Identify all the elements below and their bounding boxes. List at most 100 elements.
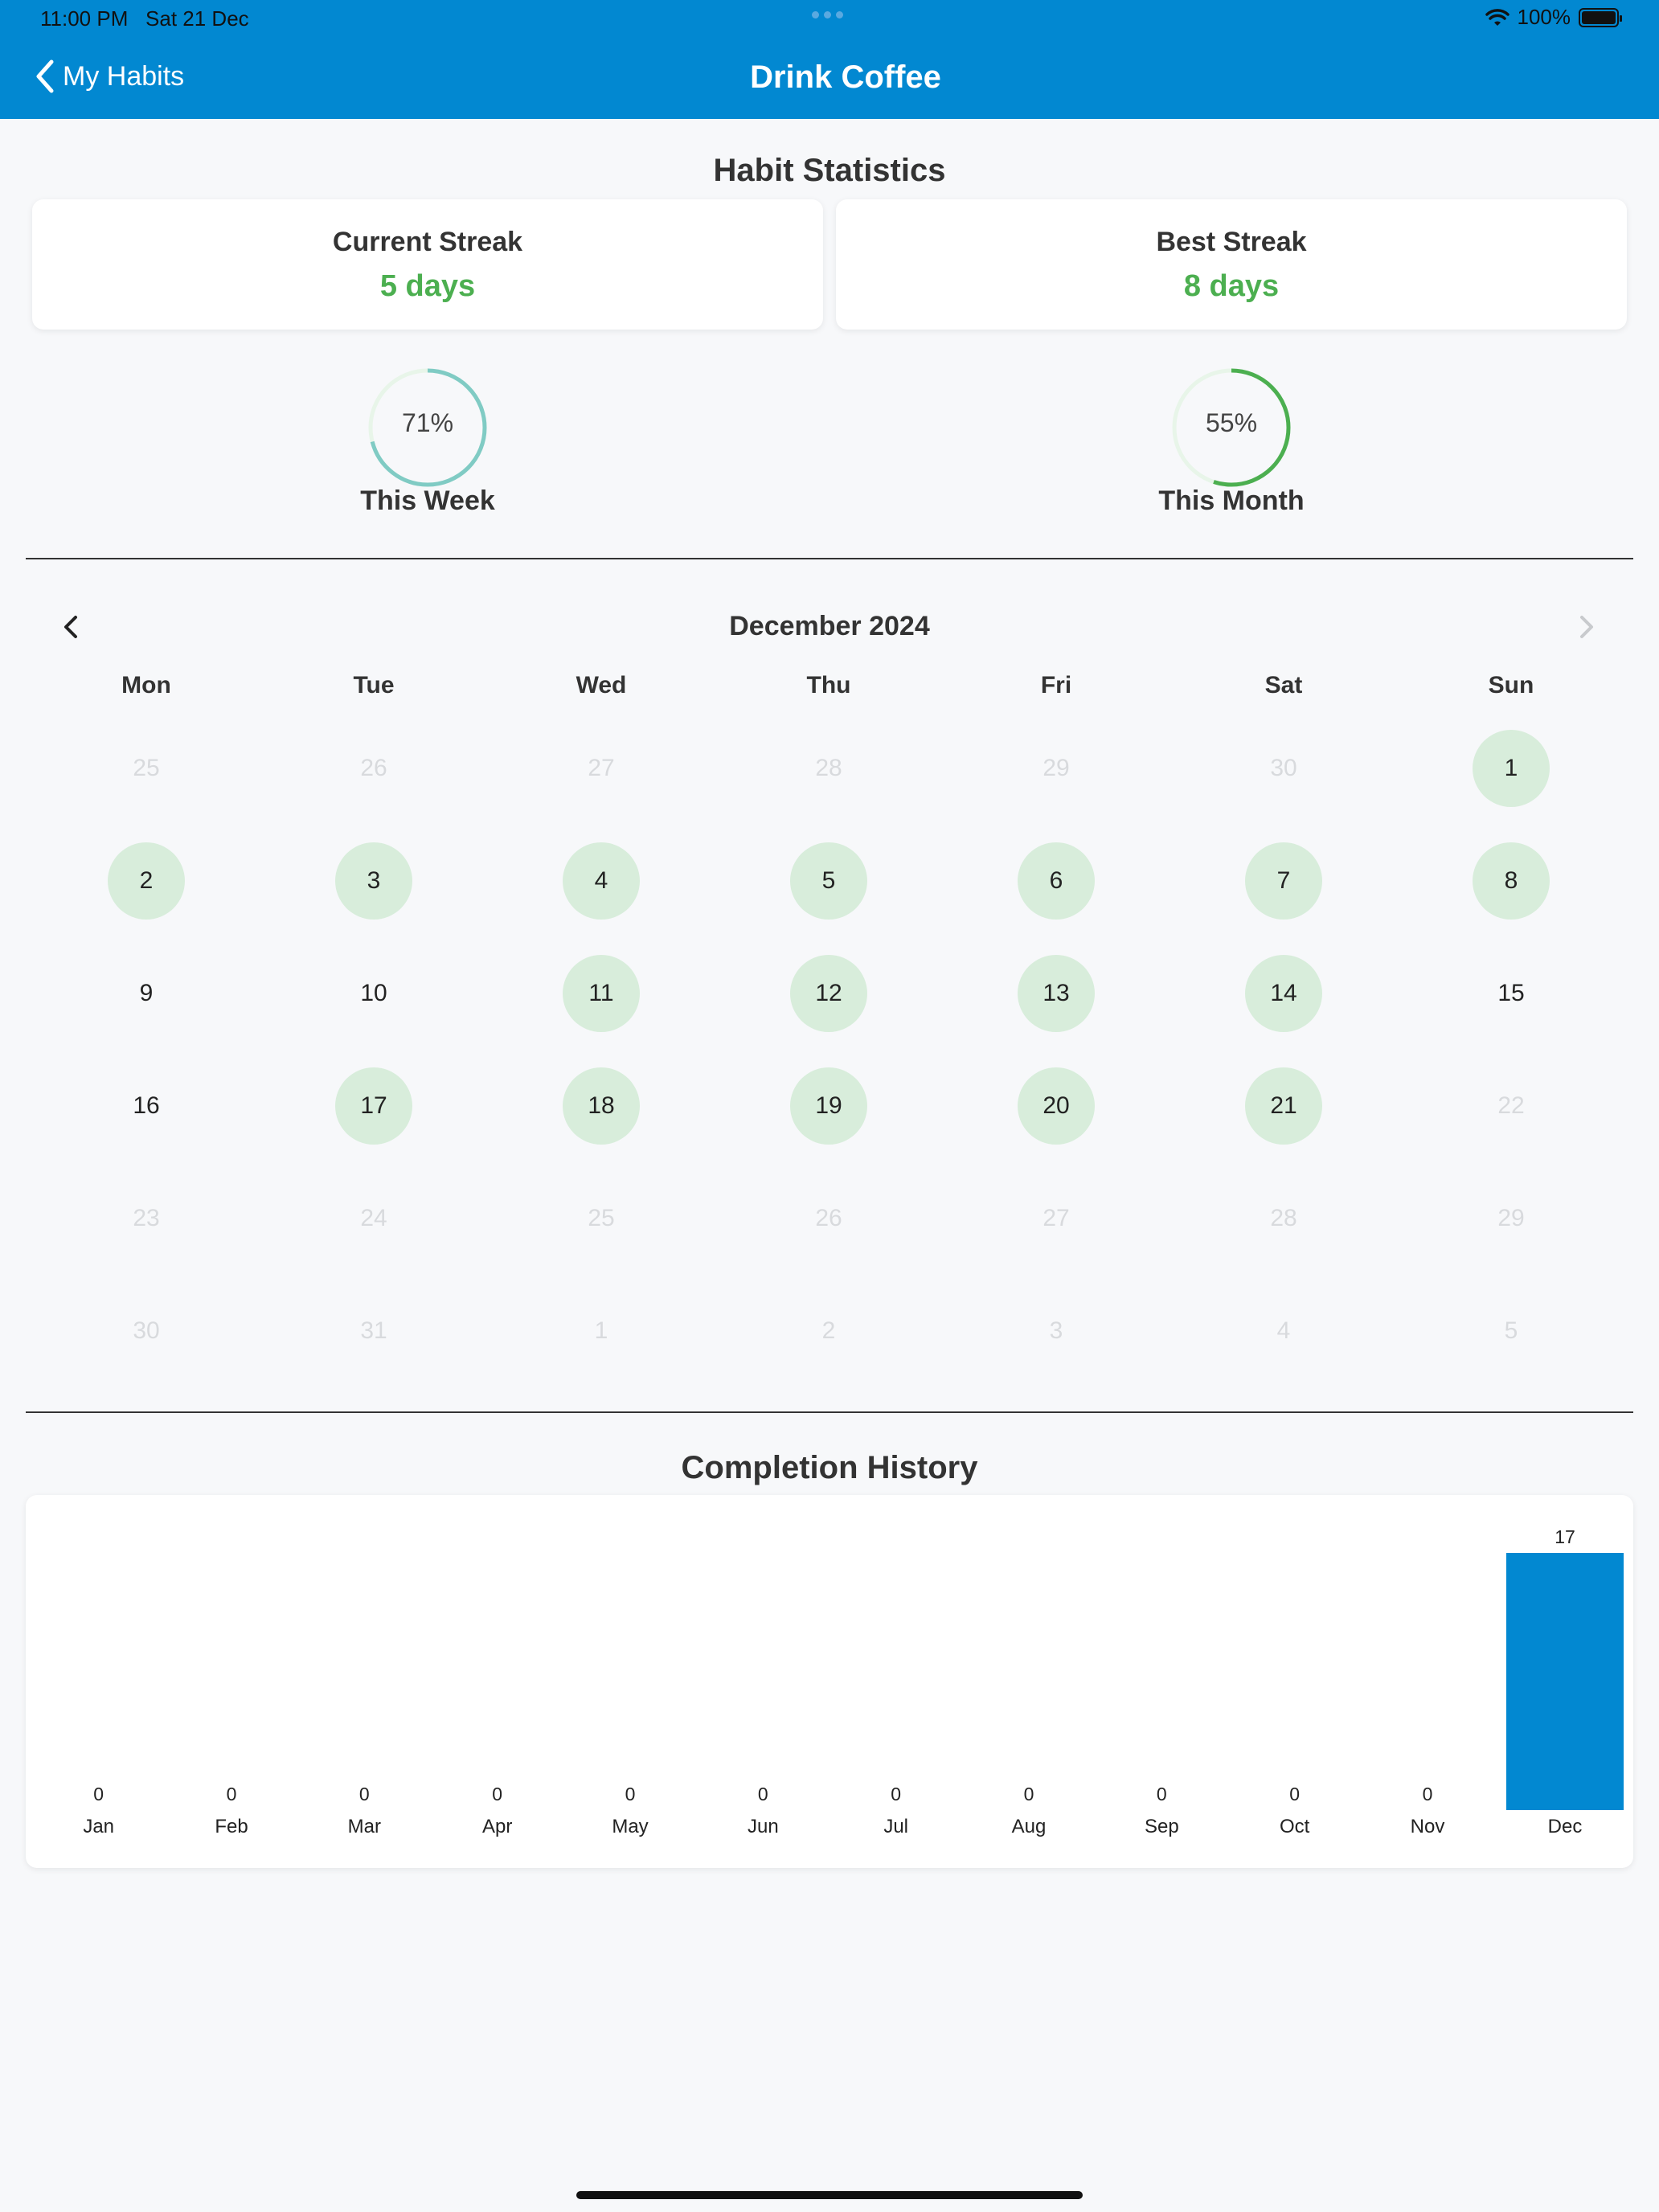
best-streak-card: Best Streak 8 days — [836, 199, 1627, 330]
calendar-day-completed[interactable]: 5 — [790, 842, 867, 920]
calendar-day-completed[interactable]: 19 — [790, 1067, 867, 1145]
weekday-fri: Fri — [1040, 672, 1072, 698]
week-label: This Week — [360, 485, 495, 516]
bar-value-label: 0 — [1024, 1784, 1034, 1804]
battery-icon — [1579, 7, 1622, 27]
calendar-day-completed[interactable]: 17 — [335, 1067, 412, 1145]
calendar-day-outside: 29 — [1497, 1205, 1525, 1231]
x-tick-label: Nov — [1411, 1816, 1445, 1837]
divider — [26, 558, 1633, 559]
x-tick-label: Jan — [83, 1816, 114, 1837]
next-month-button[interactable] — [1577, 611, 1596, 651]
calendar-day-completed[interactable]: 21 — [1245, 1067, 1322, 1145]
best-streak-value: 8 days — [1183, 269, 1280, 303]
statistics-title: Habit Statistics — [713, 153, 946, 188]
bar-value-label: 0 — [93, 1784, 104, 1804]
x-tick-label: Jun — [748, 1816, 779, 1837]
bar-value-label: 0 — [758, 1784, 768, 1804]
calendar-day[interactable]: 16 — [108, 1067, 185, 1145]
month-percent: 55% — [1205, 408, 1258, 437]
calendar-day-completed[interactable]: 12 — [790, 955, 867, 1032]
calendar-day-completed[interactable]: 14 — [1245, 955, 1322, 1032]
home-indicator[interactable] — [576, 2191, 1083, 2199]
calendar-day-outside: 24 — [360, 1205, 387, 1231]
calendar-day-outside: 26 — [360, 755, 387, 781]
calendar-day-outside: 28 — [1270, 1205, 1297, 1231]
x-tick-label: Sep — [1145, 1816, 1179, 1837]
calendar-day-completed[interactable]: 2 — [108, 842, 185, 920]
weekday-mon: Mon — [121, 672, 171, 698]
calendar-day-outside: 27 — [1043, 1205, 1070, 1231]
x-tick-label: Jul — [883, 1816, 908, 1837]
wifi-icon — [1485, 8, 1509, 26]
history-chart-card: 0 Jan 0 Feb 0 Mar 0 Apr 0 May 0 Jun 0 Jul 0 Aug 0 Sep 0 Oct… — [26, 1495, 1633, 1868]
weekday-sun: Sun — [1488, 672, 1534, 698]
x-tick-label: Dec — [1548, 1816, 1583, 1837]
weekday-tue: Tue — [353, 672, 395, 698]
calendar-day-outside: 5 — [1504, 1317, 1518, 1344]
bar-value-label: 0 — [625, 1784, 636, 1804]
bar-value-label: 0 — [1157, 1784, 1167, 1804]
divider — [26, 1411, 1633, 1413]
calendar-day-completed[interactable]: 18 — [563, 1067, 640, 1145]
bar-value-label: 17 — [1555, 1526, 1575, 1547]
calendar-day-outside: 31 — [360, 1317, 387, 1344]
history-title: Completion History — [681, 1450, 978, 1485]
weekday-thu: Thu — [806, 672, 851, 698]
calendar-day-outside: 29 — [1043, 755, 1070, 781]
calendar-day-outside: 3 — [1049, 1317, 1063, 1344]
calendar-day-completed[interactable]: 1 — [1473, 730, 1550, 807]
current-streak-value: 5 days — [379, 269, 476, 303]
calendar-day[interactable]: 15 — [1473, 955, 1550, 1032]
calendar-day-outside: 26 — [815, 1205, 842, 1231]
calendar-day-completed[interactable]: 8 — [1473, 842, 1550, 920]
calendar-day-outside: 25 — [588, 1205, 615, 1231]
calendar-day-outside: 4 — [1276, 1317, 1291, 1344]
current-streak-label: Current Streak — [332, 227, 523, 257]
current-streak-card: Current Streak 5 days — [32, 199, 823, 330]
history-bar-chart: 0 Jan 0 Feb 0 Mar 0 Apr 0 May 0 Jun 0 Jul 0 Aug 0 Sep 0 Oct… — [83, 1526, 1624, 1837]
weekday-sat: Sat — [1264, 672, 1303, 698]
calendar-day-completed[interactable]: 11 — [563, 955, 640, 1032]
calendar-day[interactable]: 9 — [108, 955, 185, 1032]
calendar-day-completed[interactable]: 13 — [1018, 955, 1095, 1032]
calendar-day-outside: 27 — [588, 755, 615, 781]
calendar-day-outside: 28 — [815, 755, 842, 781]
bar-value-label: 0 — [492, 1784, 502, 1804]
page-title: Drink Coffee — [750, 59, 941, 95]
top-bar: 11:00 PM Sat 21 Dec 100% My Habits Drink… — [0, 0, 1659, 119]
bar-value-label: 0 — [1423, 1784, 1433, 1804]
status-indicators: 100% — [1485, 5, 1622, 30]
week-progress-ring: 71% — [363, 363, 492, 492]
status-date: Sat 21 Dec — [145, 6, 249, 31]
best-streak-label: Best Streak — [1156, 227, 1307, 257]
bar-value-label: 0 — [227, 1784, 237, 1804]
x-tick-label: May — [612, 1816, 648, 1837]
status-time: 11:00 PM Sat 21 Dec — [40, 6, 249, 31]
calendar-day-outside: 23 — [133, 1205, 160, 1231]
battery-percent: 100% — [1517, 5, 1571, 29]
calendar-day-outside: 30 — [133, 1317, 160, 1344]
calendar-day-completed[interactable]: 7 — [1245, 842, 1322, 920]
x-tick-label: Feb — [215, 1816, 248, 1837]
calendar-day[interactable]: 10 — [335, 955, 412, 1032]
calendar-day-completed[interactable]: 20 — [1018, 1067, 1095, 1145]
x-tick-label: Apr — [482, 1816, 512, 1837]
week-percent: 71% — [401, 408, 454, 437]
bar-value-label: 0 — [891, 1784, 901, 1804]
calendar-day-completed[interactable]: 4 — [563, 842, 640, 920]
bar-value-label: 0 — [359, 1784, 370, 1804]
calendar-month-label: December 2024 — [729, 611, 930, 641]
status-clock: 11:00 PM — [40, 6, 129, 31]
x-tick-label: Aug — [1012, 1816, 1047, 1837]
calendar-day-completed[interactable]: 6 — [1018, 842, 1095, 920]
bar-value-label: 0 — [1289, 1784, 1300, 1804]
weekday-wed: Wed — [576, 672, 627, 698]
calendar-day-completed[interactable]: 3 — [335, 842, 412, 920]
bar-dec — [1506, 1553, 1624, 1810]
calendar-day-outside: 25 — [133, 755, 160, 781]
calendar-day-outside: 1 — [594, 1317, 608, 1344]
month-label: This Month — [1158, 485, 1305, 516]
multitasking-dots-icon[interactable] — [812, 11, 843, 18]
calendar-day-outside: 30 — [1270, 755, 1297, 781]
